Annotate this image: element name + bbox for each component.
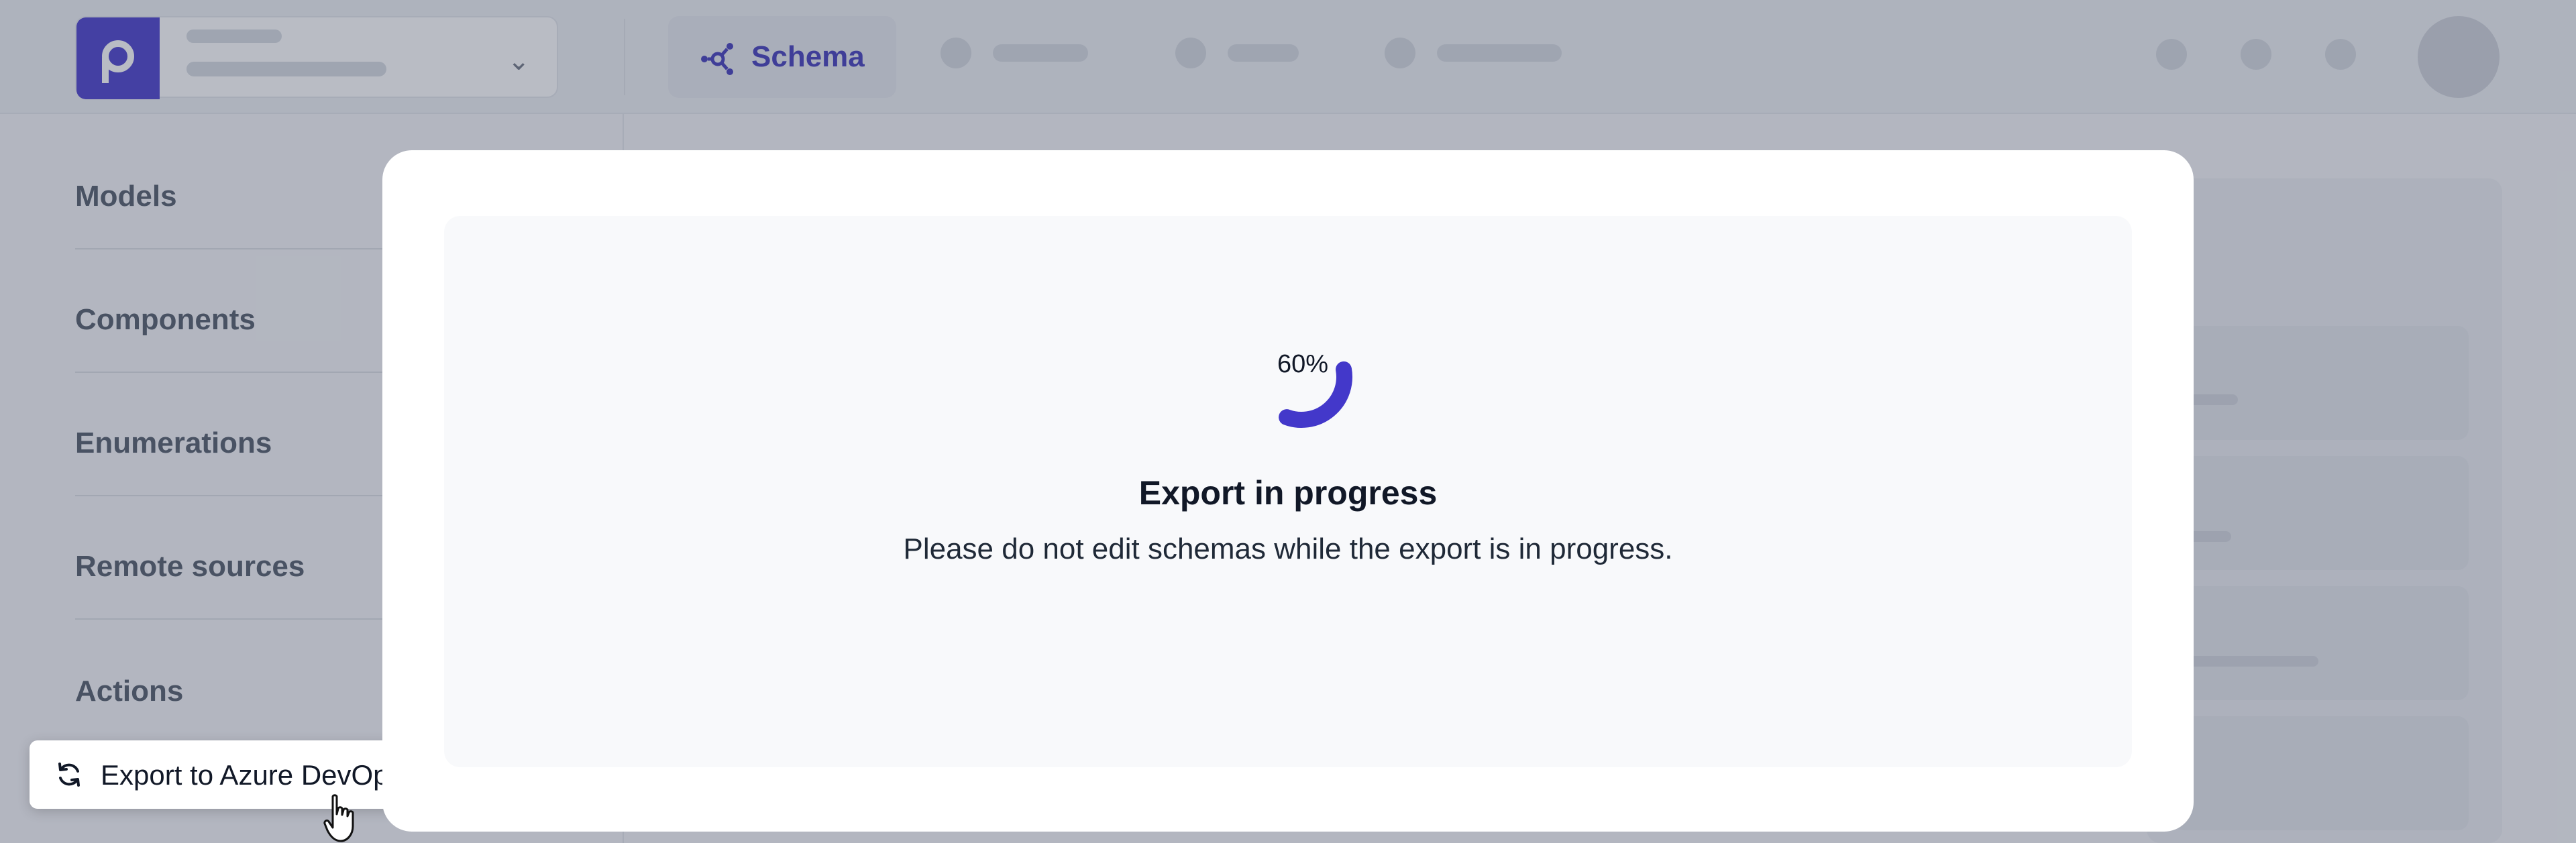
app-window: ⌄ Schema Models Components Enumerations …	[0, 0, 2576, 843]
export-progress-modal: 60% Export in progress Please do not edi…	[382, 150, 2194, 832]
progress-percentage: 60%	[1277, 350, 1329, 378]
refresh-icon	[58, 763, 80, 787]
export-menu-item-label: Export to Azure DevOps	[101, 759, 403, 791]
modal-content: 60% Export in progress Please do not edi…	[444, 216, 2132, 767]
modal-message: Please do not edit schemas while the exp…	[903, 532, 1673, 565]
modal-title: Export in progress	[1138, 474, 1438, 512]
hand-cursor-icon	[323, 794, 354, 842]
